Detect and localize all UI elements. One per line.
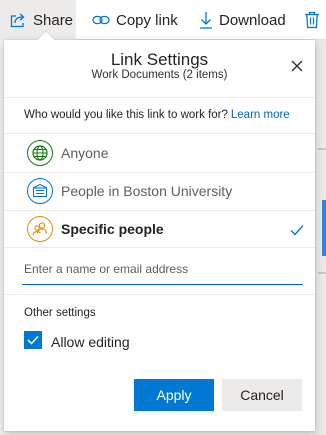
option-anyone[interactable]: Anyone [4, 134, 315, 172]
option-specific-people[interactable]: Specific people [4, 210, 315, 248]
allow-editing-checkbox[interactable] [24, 331, 42, 349]
dialog-title: Link Settings [110, 50, 209, 69]
option-organization-label: People in Boston University [61, 183, 233, 199]
background-divider [318, 148, 326, 150]
copy-link-label: Copy link [116, 11, 178, 29]
share-icon [9, 12, 27, 28]
audience-question-text: Who would you like this link to work for… [24, 109, 228, 121]
copy-link-button[interactable]: Copy link [92, 0, 178, 40]
background-selection-edge [322, 200, 326, 256]
option-organization[interactable]: People in Boston University [4, 172, 315, 210]
checkmark-icon [27, 335, 39, 345]
dialog-subtitle: Work Documents (2 items) [91, 69, 228, 81]
download-icon [199, 11, 213, 29]
share-button[interactable]: Share [0, 0, 76, 40]
option-specific-people-label: Specific people [61, 221, 164, 237]
building-icon [27, 178, 53, 204]
header-divider [4, 97, 315, 98]
share-label: Share [33, 11, 74, 29]
cancel-button[interactable]: Cancel [222, 379, 302, 411]
audience-question: Who would you like this link to work for… [24, 109, 290, 121]
option-anyone-label: Anyone [61, 145, 109, 161]
globe-icon [27, 140, 53, 166]
allow-editing-label[interactable]: Allow editing [51, 334, 130, 350]
other-settings-heading: Other settings [24, 307, 96, 319]
recipient-input-wrapper [22, 255, 303, 285]
link-settings-dialog: Link Settings Work Documents (2 items) W… [4, 31, 315, 431]
close-icon [291, 60, 303, 72]
download-button[interactable]: Download [199, 0, 286, 40]
close-button[interactable] [289, 58, 305, 74]
apply-button[interactable]: Apply [134, 379, 214, 411]
recipient-input[interactable] [22, 255, 303, 283]
people-icon [27, 216, 53, 242]
checkmark-icon [290, 223, 304, 241]
trash-icon [304, 11, 320, 29]
background-divider [318, 272, 326, 274]
option-divider [4, 247, 315, 248]
delete-button[interactable] [304, 0, 320, 40]
section-divider [4, 294, 315, 295]
learn-more-link[interactable]: Learn more [231, 109, 290, 121]
download-label: Download [219, 11, 286, 29]
link-icon [92, 13, 110, 27]
